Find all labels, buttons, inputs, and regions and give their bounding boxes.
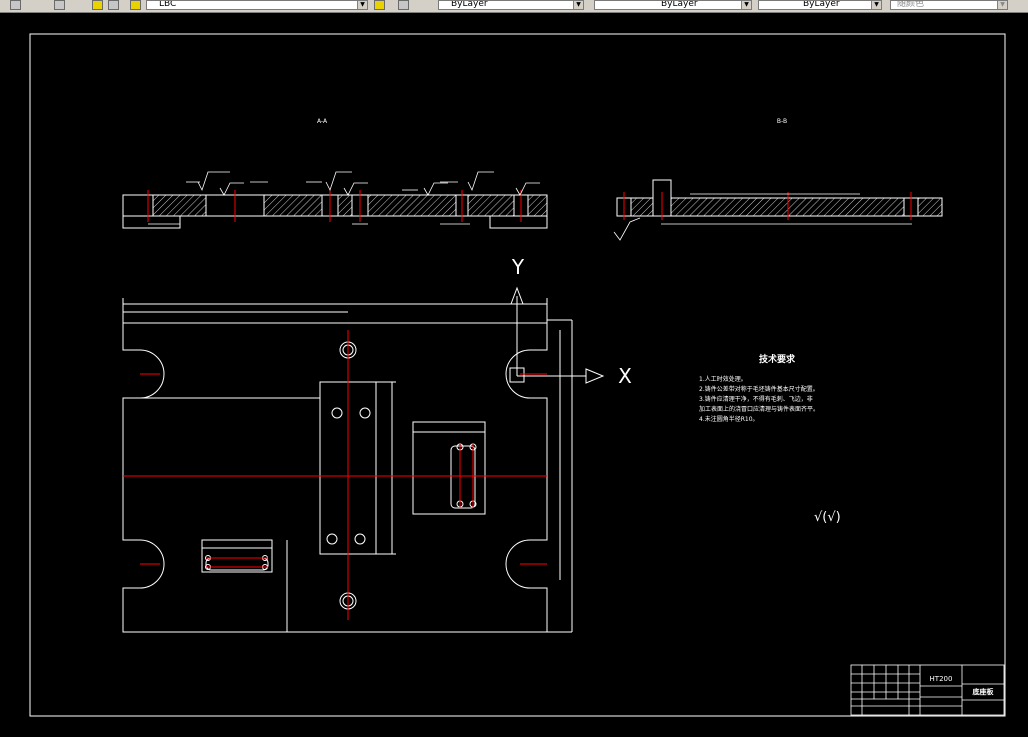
- roughness-symbol: [197, 171, 230, 192]
- tech-req-line: 1.人工时效处理。: [699, 375, 747, 383]
- title-block-part-name: 底座板: [973, 687, 995, 696]
- section-a-step: [122, 216, 181, 229]
- roughness-symbol: [467, 171, 494, 192]
- layer-on-icon[interactable]: [92, 0, 103, 10]
- layer-state-icon[interactable]: [54, 0, 65, 10]
- layer-lock-icon[interactable]: [130, 0, 141, 10]
- chevron-down-icon[interactable]: ▼: [871, 1, 881, 9]
- roughness-symbol: [325, 171, 352, 192]
- tech-req-title: 技术要求: [759, 353, 796, 365]
- plan-centerlines: [123, 330, 547, 620]
- lower-slot-outline: [205, 557, 269, 571]
- ucs-x-arrow: [585, 368, 605, 384]
- ucs-icon: [510, 286, 605, 384]
- lineweight-combo[interactable]: ByLayer ▼: [758, 0, 882, 10]
- section-a-label: A-A: [317, 118, 328, 125]
- roughness-symbol: [423, 182, 448, 196]
- plotstyle-combo[interactable]: 随颜色 ▼: [890, 0, 1008, 10]
- plotstyle-combo-value: 随颜色: [897, 0, 925, 9]
- slot-block: [412, 421, 486, 515]
- make-current-icon[interactable]: [374, 0, 385, 10]
- slot-outline: [450, 445, 476, 509]
- dowel-hole: [331, 407, 343, 419]
- ucs-y-label: Y: [511, 255, 525, 279]
- color-combo[interactable]: ByLayer ▼: [438, 0, 584, 10]
- layer-freeze-icon[interactable]: [108, 0, 119, 10]
- section-b-label: B-B: [777, 118, 787, 125]
- roughness-symbol: [219, 182, 244, 196]
- chevron-down-icon[interactable]: ▼: [357, 1, 367, 9]
- roughness-symbol: [515, 182, 540, 196]
- title-block-material: HT200: [930, 675, 953, 683]
- section-b-b-view: B-B: [613, 118, 943, 241]
- color-combo-value: ByLayer: [451, 0, 488, 9]
- layer-combo[interactable]: LBC ▼: [146, 0, 368, 10]
- chevron-down-icon[interactable]: ▼: [573, 1, 583, 9]
- section-a-a-view: A-A: [122, 118, 548, 229]
- section-a-step: [489, 216, 548, 229]
- tech-req-line: 3.铸件应清理干净，不得有毛刺、飞边，非: [699, 395, 813, 403]
- drawing-canvas[interactable]: A-A B-B Y X 技术要求 1.人工时效处理。 2.铸件公差带对称于毛坯铸…: [0, 12, 1028, 737]
- roughness-symbol: [613, 217, 641, 241]
- tech-req-line: 2.铸件公差带对称于毛坯铸件基本尺寸配置。: [699, 385, 819, 393]
- linetype-combo[interactable]: ByLayer ▼: [594, 0, 752, 10]
- layer-combo-value: LBC: [159, 0, 177, 9]
- roughness-symbol: [343, 182, 368, 196]
- roughness-note: √(√): [814, 510, 841, 525]
- dowel-hole: [359, 407, 371, 419]
- tech-req-line: 加工表面上的浇冒口应清理与铸件表面齐平。: [699, 405, 819, 413]
- linetype-combo-value: ByLayer: [661, 0, 698, 9]
- tech-req-line: 4.未注圆角半径R10。: [699, 415, 759, 423]
- technical-requirements: 技术要求 1.人工时效处理。 2.铸件公差带对称于毛坯铸件基本尺寸配置。 3.铸…: [699, 353, 819, 423]
- lineweight-combo-value: ByLayer: [803, 0, 840, 9]
- dowel-hole: [354, 533, 366, 545]
- layer-previous-icon[interactable]: [398, 0, 409, 10]
- chevron-down-icon[interactable]: ▼: [741, 1, 751, 9]
- layer-manager-icon[interactable]: [10, 0, 21, 10]
- ucs-x-label: X: [618, 364, 632, 388]
- chevron-down-icon[interactable]: ▼: [997, 1, 1007, 9]
- base-plate-outline: [122, 322, 548, 633]
- dowel-hole: [326, 533, 338, 545]
